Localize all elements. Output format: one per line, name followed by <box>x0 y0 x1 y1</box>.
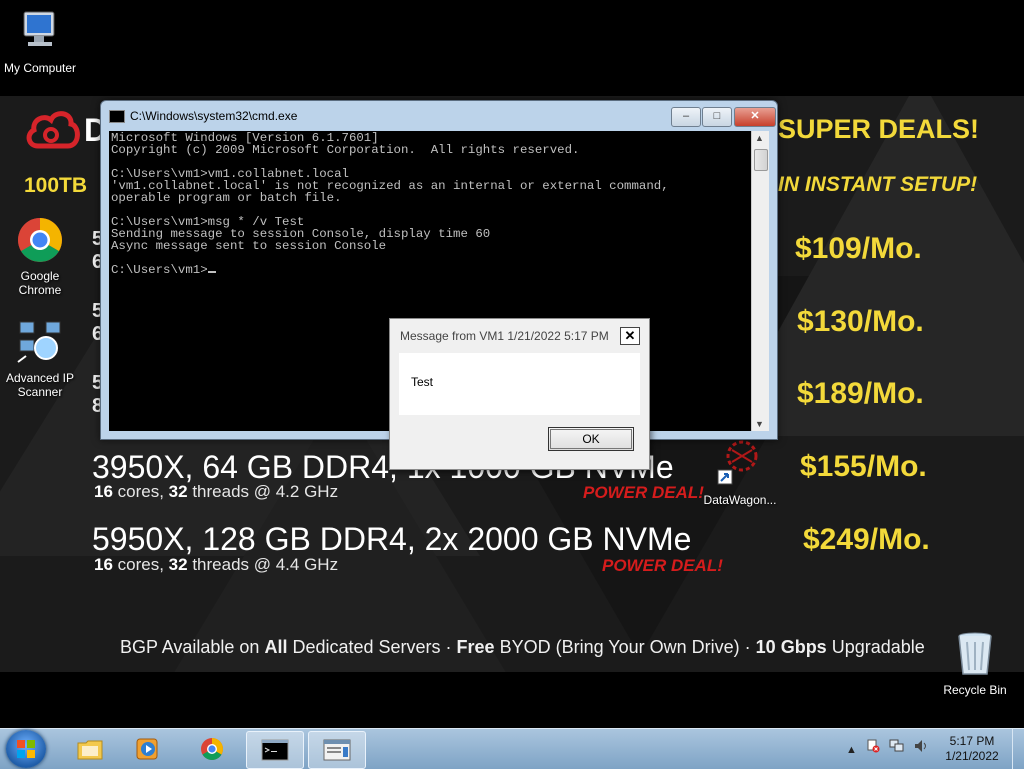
taskbar: ▲ 5:17 PM 1/21/2022 <box>0 728 1024 769</box>
scroll-up-icon[interactable]: ▲ <box>755 133 764 143</box>
deal-subheadline: IN INSTANT SETUP! <box>778 173 978 196</box>
dialog-title: Message from VM1 1/21/2022 5:17 PM <box>400 329 609 343</box>
window-title: C:\Windows\system32\cmd.exe <box>109 109 297 124</box>
desktop-icon-label: Advanced IP Scanner <box>5 371 75 399</box>
ok-button[interactable]: OK <box>548 427 634 451</box>
media-player-icon <box>136 738 158 760</box>
desktop-icon-label: Recycle Bin <box>943 683 1007 697</box>
desktop-icon-label: DataWagon... <box>703 493 777 507</box>
taskbar-message-window[interactable] <box>308 731 366 769</box>
show-desktop-button[interactable] <box>1012 729 1024 769</box>
cmd-icon <box>261 739 289 761</box>
desktop-icon-label: My Computer <box>3 61 77 75</box>
left-label: 100TB <box>24 174 88 197</box>
taskbar-explorer[interactable] <box>62 731 118 767</box>
chrome-icon <box>201 738 223 760</box>
desktop-icon-label: Google Chrome <box>18 269 62 297</box>
console-text: Microsoft Windows [Version 6.1.7601] Cop… <box>111 131 669 277</box>
clock-date: 1/21/2022 <box>945 749 999 763</box>
computer-icon <box>23 11 55 46</box>
system-tray: ▲ <box>846 739 934 756</box>
vertical-scrollbar[interactable]: ▲ ▼ <box>751 131 769 431</box>
server-cores: 16 cores, 32 threads @ 4.4 GHz <box>94 555 339 574</box>
price-label: $155/Mo. <box>800 450 927 483</box>
price-label: $109/Mo. <box>795 232 922 265</box>
server-cores: 16 cores, 32 threads @ 4.2 GHz <box>94 482 339 501</box>
text-cursor <box>207 271 216 273</box>
clock-time: 5:17 PM <box>949 734 995 748</box>
chrome-icon <box>18 218 62 262</box>
volume-icon[interactable] <box>914 739 928 756</box>
message-window-icon <box>323 739 351 761</box>
network-scanner-icon <box>17 321 61 363</box>
power-deal-tag: POWER DEAL! <box>583 483 704 502</box>
network-icon[interactable] <box>889 739 905 756</box>
price-label: $130/Mo. <box>797 305 924 338</box>
message-text: Test <box>411 375 434 389</box>
maximize-button[interactable]: □ <box>702 107 732 127</box>
price-label: $189/Mo. <box>797 377 924 410</box>
taskbar-chrome[interactable] <box>184 731 240 767</box>
show-hidden-icons[interactable]: ▲ <box>846 744 857 756</box>
price-label: $249/Mo. <box>803 523 930 556</box>
desktop-icon-my-computer[interactable]: My Computer <box>0 8 80 75</box>
cloud-logo-icon <box>26 111 80 149</box>
scroll-down-icon[interactable]: ▼ <box>755 419 764 429</box>
bgp-footer-text: BGP Available on All Dedicated Servers ·… <box>120 637 925 657</box>
minimize-button[interactable]: ‒ <box>671 107 701 127</box>
close-button[interactable]: ✕ <box>734 107 776 127</box>
windows-logo-icon <box>17 740 35 758</box>
taskbar-cmd[interactable] <box>246 731 304 769</box>
dialog-body: Test <box>399 353 640 415</box>
desktop-icon-datawagon[interactable]: DataWagon... <box>700 440 780 507</box>
server-spec: 5950X, 128 GB DDR4, 2x 2000 GB NVMe <box>92 521 692 557</box>
dialog-close-button[interactable]: ✕ <box>620 327 640 345</box>
datawagon-icon <box>717 440 758 485</box>
action-center-icon[interactable] <box>866 739 880 756</box>
deal-headline: SUPER DEALS! <box>778 114 980 144</box>
message-dialog[interactable]: Message from VM1 1/21/2022 5:17 PM ✕ Tes… <box>389 318 650 470</box>
recycle-bin-icon <box>958 632 992 675</box>
taskbar-clock[interactable]: 5:17 PM 1/21/2022 <box>942 734 1002 764</box>
folder-icon <box>77 740 103 760</box>
power-deal-tag: POWER DEAL! <box>602 556 723 575</box>
start-button[interactable] <box>6 730 46 768</box>
desktop-icon-google-chrome[interactable]: Google Chrome <box>0 216 80 297</box>
cmd-icon <box>109 110 125 124</box>
taskbar-media-player[interactable] <box>120 731 176 767</box>
desktop-icon-advanced-ip-scanner[interactable]: Advanced IP Scanner <box>0 318 80 399</box>
desktop-icon-recycle-bin[interactable]: Recycle Bin <box>935 630 1015 697</box>
scroll-thumb[interactable] <box>754 149 768 171</box>
